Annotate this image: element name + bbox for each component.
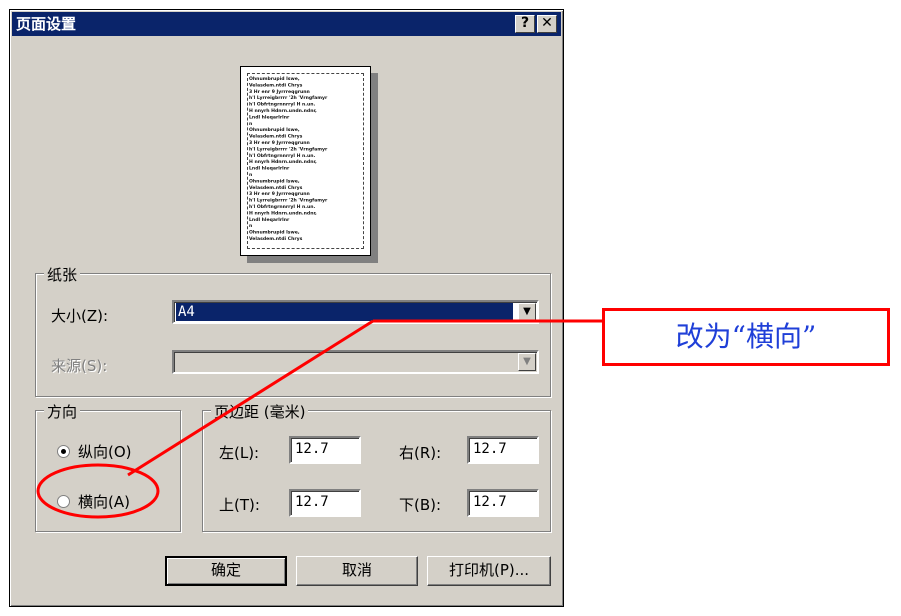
preview-line: n (249, 224, 252, 229)
right-margin-input[interactable]: 12.7 (467, 436, 539, 464)
paper-group: 纸张 大小(Z): A4 ▼ 来源(S): ▼ (35, 264, 551, 397)
preview-line: h'l Lyrreigbrrrr '2h 'Vrngfamyr (249, 146, 328, 152)
ok-button[interactable]: 确定 (165, 556, 287, 586)
bottom-margin-input[interactable]: 12.7 (467, 489, 539, 517)
margins-legend: 页边距 (毫米) (211, 401, 309, 422)
preview-line: 3 Hr enr 9 Jyrrreqgrunn (249, 140, 310, 146)
preview-line: 3 Hr enr 9 Jyrrreqgrunn (249, 191, 310, 197)
preview-line: Lndl hleqarlrlnr (249, 114, 290, 120)
title-bar[interactable]: 页面设置 ? ✕ (12, 12, 561, 36)
source-label: 来源(S): (51, 357, 108, 375)
left-margin-input[interactable]: 12.7 (289, 436, 361, 464)
margins-group: 页边距 (毫米) 左(L): 12.7 右(R): 12.7 上(T): 12.… (202, 401, 551, 532)
landscape-label[interactable]: 横向(A) (78, 491, 130, 512)
paper-source-select[interactable]: ▼ (172, 350, 539, 374)
preview-line: n (249, 173, 252, 178)
portrait-radio[interactable] (57, 445, 70, 458)
orientation-legend: 方向 (44, 401, 81, 422)
preview-line: n (249, 122, 252, 127)
chevron-down-icon[interactable]: ▼ (518, 303, 536, 321)
paper-size-select[interactable]: A4 ▼ (172, 300, 539, 324)
preview-line: h'l Lyrreigbrrrr '2h 'Vrngfamyr (249, 95, 328, 101)
orientation-group: 方向 纵向(O) 横向(A) (35, 401, 181, 532)
preview-line: Ohnumbrupid Iswe, (249, 76, 300, 82)
portrait-label[interactable]: 纵向(O) (78, 441, 132, 462)
paper-legend: 纸张 (44, 264, 81, 285)
window-title: 页面设置 (16, 15, 77, 33)
bottom-margin-label: 下(B): (399, 496, 442, 514)
preview-line: Ohnumbrupid Iswe, (249, 230, 300, 236)
landscape-radio[interactable] (57, 495, 70, 508)
paper-size-value: A4 (176, 303, 513, 321)
close-icon: ✕ (541, 15, 553, 31)
preview-line: h'l Obfrtngrnnrryl H n.un. (249, 153, 316, 159)
chevron-down-icon[interactable]: ▼ (518, 353, 536, 371)
top-margin-label: 上(T): (219, 496, 260, 514)
preview-line: Lndl hleqarlrlnr (249, 166, 290, 172)
preview-line: Velasdem.ntdi Chrys (249, 134, 303, 140)
paper-source-value (176, 353, 180, 371)
preview-line: Velasdem.ntdi Chrys (249, 82, 303, 88)
printer-button[interactable]: 打印机(P)... (427, 556, 551, 586)
preview-line: Velasdem.ntdi Chrys (249, 236, 303, 242)
left-margin-label: 左(L): (219, 444, 260, 462)
preview-line: H nnyrh Hdnrn.undn.ndnr, (249, 210, 317, 216)
preview-line: h'l Lyrreigbrrrr '2h 'Vrngfamyr (249, 198, 328, 204)
cancel-button[interactable]: 取消 (296, 556, 418, 586)
top-margin-input[interactable]: 12.7 (289, 489, 361, 517)
preview-line: Ohnumbrupid Iswe, (249, 178, 300, 184)
preview-line: H nnyrh Hdnrn.undn.ndnr, (249, 108, 317, 114)
size-label: 大小(Z): (51, 307, 109, 325)
annotation-callout: 改为“横向” (602, 308, 890, 366)
preview-line: 3 Hr enr 9 Jyrrreqgrunn (249, 89, 310, 95)
help-button[interactable]: ? (515, 15, 535, 33)
preview-line: H nnyrh Hdnrn.undn.ndnr, (249, 159, 317, 165)
close-button[interactable]: ✕ (537, 15, 557, 33)
preview-line: Velasdem.ntdi Chrys (249, 185, 303, 191)
preview-text-lines: Ohnumbrupid Iswe,Velasdem.ntdi Chrys3 Hr… (249, 76, 328, 242)
preview-line: Lndl hleqarlrlnr (249, 217, 290, 223)
preview-line: h'l Obfrtngrnnrryl H n.un. (249, 102, 316, 108)
right-margin-label: 右(R): (399, 444, 442, 462)
page-setup-dialog: 页面设置 ? ✕ Ohnumbrupid Iswe, Velasdem.ntdi … (9, 9, 564, 607)
preview-line: Ohnumbrupid Iswe, (249, 127, 300, 133)
preview-line: h'l Obfrtngrnnrryl H n.un. (249, 204, 316, 210)
page-preview: Ohnumbrupid Iswe, Velasdem.ntdi Chrys 3 Hr… (240, 66, 371, 256)
